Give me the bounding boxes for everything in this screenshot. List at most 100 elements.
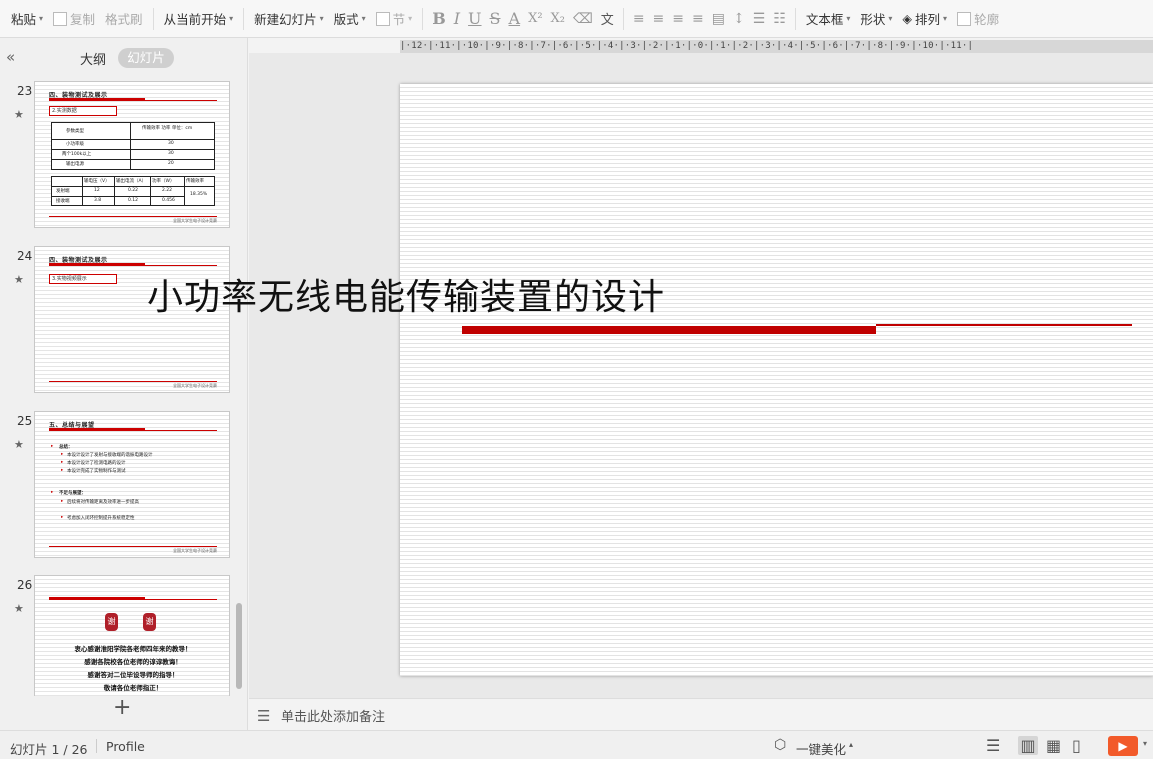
cell: 小功率级 xyxy=(66,142,84,147)
subscript-icon[interactable]: X₂ xyxy=(547,11,569,26)
grid-line xyxy=(114,177,115,205)
notes-placeholder[interactable]: 单击此处添加备注 xyxy=(281,706,385,725)
thumbnail-scrollbar[interactable] xyxy=(236,603,242,689)
thanks-line: 敬请各位老师指正！ xyxy=(103,684,163,692)
add-slide-icon[interactable]: + xyxy=(113,697,131,719)
bullet-icon: ▸ xyxy=(51,444,54,449)
line-spacing-icon[interactable]: ↕ xyxy=(729,11,749,27)
cell: 参数类型 xyxy=(66,129,84,134)
play-slideshow-icon[interactable]: ▶ xyxy=(1108,736,1138,756)
summary-item: 本设计设计了检测电路的设计 xyxy=(67,461,126,466)
shape-label: 形状 xyxy=(860,12,886,27)
notes-pane[interactable]: ☰ 单击此处添加备注 xyxy=(249,698,1153,730)
slide-thumbnail[interactable]: 谢 谢 衷心感谢淮阳学院各老师四年来的教导！ 感谢各院校各位老师的谆谆教诲！ 感… xyxy=(34,575,230,696)
bold-icon[interactable]: B xyxy=(428,9,450,28)
slide-number: 23 xyxy=(17,84,33,98)
arrange-label: 排列 xyxy=(915,12,941,27)
slide-title[interactable]: 小功率无线电能传输装置的设计 xyxy=(0,268,665,320)
beautify-button[interactable]: 一键美化 xyxy=(796,739,846,758)
section-icon xyxy=(375,11,390,26)
distribute-icon[interactable]: ▤ xyxy=(708,11,729,27)
font-color-icon[interactable]: A xyxy=(505,9,525,28)
reading-view-icon[interactable]: ▯ xyxy=(1072,736,1081,755)
cell: 18.35% xyxy=(190,192,208,197)
slide-sorter-icon[interactable]: ▦ xyxy=(1046,736,1061,755)
bullet-list-icon[interactable]: ☰ xyxy=(749,11,770,27)
numbered-list-icon[interactable]: ☷ xyxy=(769,11,790,27)
shape-button[interactable]: 形状 ▾ xyxy=(855,6,897,32)
from-current-button[interactable]: 从当前开始 ▾ xyxy=(159,6,239,32)
slide-number: 24 xyxy=(17,249,33,263)
cell: 0.12 xyxy=(128,198,139,203)
collapse-panel-icon[interactable]: « xyxy=(6,48,15,66)
text-box-button[interactable]: 文本框 ▾ xyxy=(801,6,856,32)
chevron-up-icon[interactable]: ▴ xyxy=(849,740,853,749)
layout-button[interactable]: 版式 ▾ xyxy=(329,6,371,32)
new-slide-button[interactable]: 新建幻灯片 ▾ xyxy=(249,6,329,32)
arrange-button[interactable]: ◈ 排列 ▾ xyxy=(897,6,952,32)
from-current-label: 从当前开始 xyxy=(163,12,227,27)
align-center-icon[interactable]: ≡ xyxy=(649,11,669,27)
phonetic-guide-icon[interactable]: 文 xyxy=(597,9,618,28)
chevron-down-icon[interactable]: ▾ xyxy=(1143,739,1147,748)
new-slide-label: 新建幻灯片 xyxy=(254,12,317,27)
thumb-footer-line xyxy=(49,216,217,217)
thumb-table-1: 参数类型 传输效率 功率 单位：cm 小功率级 30 两个100k以上 30 输… xyxy=(51,122,215,170)
thumbnail-row-26[interactable]: 26 ★ 谢 谢 衷心感谢淮阳学院各老师四年来的教导！ 感谢各院校各位老师的谆谆… xyxy=(0,570,248,696)
thumbnail-row-25[interactable]: 25 ★ 五、总结与展望 ▸ 总结： ▸ 本设计设计了发射与接收端的谐振电路设计… xyxy=(0,406,248,558)
animation-star-icon: ★ xyxy=(14,438,24,451)
paste-button[interactable]: 粘贴 ▾ xyxy=(6,6,48,32)
format-painter-button[interactable]: 格式刷 xyxy=(100,6,148,32)
tab-outline[interactable]: 大纲 xyxy=(80,49,106,68)
title-underline-line xyxy=(876,324,1132,326)
slide-number: 26 xyxy=(17,578,33,592)
chevron-down-icon: ▾ xyxy=(943,14,948,23)
grid-line xyxy=(52,186,214,187)
justify-icon[interactable]: ≡ xyxy=(688,11,708,27)
tab-slides[interactable]: 幻灯片 xyxy=(118,48,174,68)
chevron-down-icon: ▾ xyxy=(361,14,366,23)
thumb-table-2: 输电压（V） 输出电流（A） 功率（W） 传输效率 发射端 12 0.22 2.… xyxy=(51,176,215,206)
summary-heading: 总结： xyxy=(59,445,73,450)
bullet-icon: ▸ xyxy=(61,460,64,465)
cell: 输电压（V） xyxy=(84,179,110,184)
outline-button[interactable]: 轮廓 xyxy=(952,6,1004,32)
slide-number: 25 xyxy=(17,414,33,428)
panel-header: « 大纲 幻灯片 xyxy=(0,38,247,76)
chevron-down-icon: ▾ xyxy=(408,14,413,23)
eraser-icon[interactable]: ⌫ xyxy=(569,11,597,27)
normal-view-icon[interactable]: ▥ xyxy=(1018,736,1038,755)
seal-thanks: 谢 xyxy=(143,613,156,631)
superscript-icon[interactable]: X² xyxy=(524,11,546,26)
align-left-icon[interactable]: ≡ xyxy=(629,11,649,27)
copy-button[interactable]: 复制 xyxy=(48,6,100,32)
thumb-footer-line xyxy=(49,546,217,547)
italic-icon[interactable]: I xyxy=(450,9,464,28)
notes-toggle-icon[interactable]: ☰ xyxy=(986,736,1000,755)
profile-label[interactable]: Profile xyxy=(106,739,145,754)
divider xyxy=(152,7,154,30)
current-slide[interactable] xyxy=(400,84,1153,676)
thumbnail-row-23[interactable]: 23 ★ 四、装物测试及展示 2.实测数据 参数类型 传输效率 功率 单位：cm… xyxy=(0,76,248,228)
paste-dropdown-icon[interactable]: ▾ xyxy=(39,14,43,23)
align-right-icon[interactable]: ≡ xyxy=(668,11,688,27)
section-button[interactable]: 节 ▾ xyxy=(371,6,418,32)
seal-thanks: 谢 xyxy=(105,613,118,631)
grid-line xyxy=(52,159,214,160)
chevron-down-icon: ▾ xyxy=(846,14,851,23)
cell: 发射端 xyxy=(56,189,70,194)
strikethrough-icon[interactable]: S xyxy=(486,9,505,28)
grid-line xyxy=(184,177,185,205)
format-painter-label: 格式刷 xyxy=(105,12,143,27)
slide-thumbnail-panel: « 大纲 幻灯片 23 ★ 四、装物测试及展示 2.实测数据 参数类型 传输效率… xyxy=(0,38,248,730)
ruler-labels: |·12·|·11·|·10·|·9·|·8·|·7·|·6·|·5·|·4·|… xyxy=(400,41,974,51)
slide-thumbnail[interactable]: 四、装物测试及展示 2.实测数据 参数类型 传输效率 功率 单位：cm 小功率级… xyxy=(34,81,230,228)
slide-thumbnail[interactable]: 五、总结与展望 ▸ 总结： ▸ 本设计设计了发射与接收端的谐振电路设计 ▸ 本设… xyxy=(34,411,230,558)
thumb-red-line xyxy=(49,265,217,266)
chevron-down-icon: ▾ xyxy=(319,14,324,23)
outlook-heading: 不足与展望： xyxy=(59,491,86,496)
status-bar: 幻灯片 1 / 26 Profile ⬡ 一键美化 ▴ ☰ ▥ ▦ ▯ ▶ ▾ xyxy=(0,730,1153,759)
thumb-label-box: 2.实测数据 xyxy=(49,106,117,116)
thumb-footer-line xyxy=(49,381,217,382)
underline-icon[interactable]: U xyxy=(464,9,485,28)
